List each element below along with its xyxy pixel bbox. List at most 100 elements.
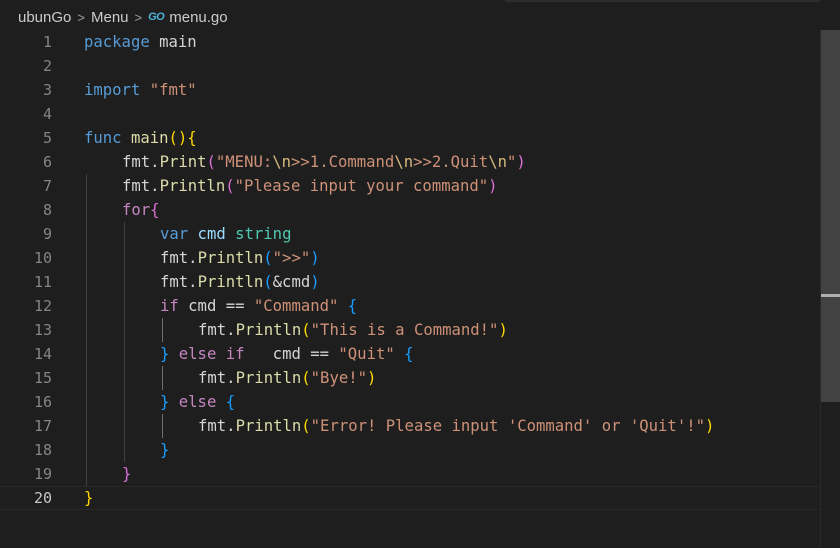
code-text: fmt.Println("Please input your command") bbox=[122, 177, 498, 195]
code-line[interactable]: 8 for{ bbox=[0, 198, 820, 222]
code-text: fmt.Println(">>") bbox=[160, 249, 320, 267]
code-editor[interactable]: 1 package main 2 3 import "fmt" 4 5 func… bbox=[0, 30, 820, 548]
line-number: 15 bbox=[33, 369, 52, 387]
code-line[interactable]: 10 fmt.Println(">>") bbox=[0, 246, 820, 270]
line-number: 3 bbox=[42, 81, 52, 99]
line-number: 13 bbox=[33, 321, 52, 339]
line-number: 4 bbox=[42, 105, 52, 123]
token: { bbox=[347, 297, 358, 315]
token: >>1.Command bbox=[291, 153, 395, 171]
token: "Please input your command" bbox=[234, 177, 489, 195]
code-line[interactable]: 18 } bbox=[0, 438, 820, 462]
code-line[interactable]: 5 func main(){ bbox=[0, 126, 820, 150]
token: \n bbox=[272, 153, 292, 171]
breadcrumb: ubunGo > Menu > GO menu.go bbox=[0, 0, 820, 34]
token: cmd == bbox=[244, 345, 339, 363]
line-number: 14 bbox=[33, 345, 52, 363]
breadcrumb-item-file[interactable]: menu.go bbox=[169, 9, 227, 26]
code-text: import "fmt" bbox=[84, 81, 197, 99]
token: ( bbox=[301, 321, 311, 339]
token: Println bbox=[235, 321, 302, 339]
code-line[interactable]: 19 } bbox=[0, 462, 820, 486]
code-line[interactable]: 7 fmt.Println("Please input your command… bbox=[0, 174, 820, 198]
breadcrumb-item-folder[interactable]: ubunGo bbox=[18, 9, 71, 26]
line-number: 6 bbox=[42, 153, 52, 171]
token: Println bbox=[235, 369, 302, 387]
token: fmt bbox=[198, 417, 227, 435]
token: \n bbox=[394, 153, 414, 171]
token: main bbox=[130, 129, 169, 147]
line-number: 2 bbox=[42, 57, 52, 75]
token: ( bbox=[263, 273, 273, 291]
code-line[interactable]: 16 } else { bbox=[0, 390, 820, 414]
breadcrumb-item-subfolder[interactable]: Menu bbox=[91, 9, 129, 26]
line-number: 9 bbox=[42, 225, 52, 243]
code-text: } else if cmd == "Quit" { bbox=[160, 345, 414, 363]
code-line[interactable]: 17 fmt.Println("Error! Please input 'Com… bbox=[0, 414, 820, 438]
line-number: 12 bbox=[33, 297, 52, 315]
code-line[interactable]: 4 bbox=[0, 102, 820, 126]
token: Println bbox=[159, 177, 226, 195]
token: ) bbox=[516, 153, 526, 171]
token: fmt bbox=[198, 369, 227, 387]
token: . bbox=[150, 153, 160, 171]
code-line[interactable]: 11 fmt.Println(&cmd) bbox=[0, 270, 820, 294]
token: Print bbox=[159, 153, 207, 171]
code-line[interactable]: 12 if cmd == "Command" { bbox=[0, 294, 820, 318]
token: main bbox=[149, 33, 197, 51]
code-line[interactable]: 9 var cmd string bbox=[0, 222, 820, 246]
token: ">>" bbox=[272, 249, 311, 267]
token: . bbox=[226, 321, 236, 339]
token: ) bbox=[310, 249, 320, 267]
code-text: } bbox=[160, 441, 169, 459]
code-line[interactable]: 3 import "fmt" bbox=[0, 78, 820, 102]
token: for bbox=[122, 201, 151, 219]
token: fmt bbox=[198, 321, 227, 339]
code-line[interactable]: 2 bbox=[0, 54, 820, 78]
code-text: fmt.Println("Error! Please input 'Comman… bbox=[198, 417, 714, 435]
token: Println bbox=[197, 249, 264, 267]
scrollbar-thumb[interactable] bbox=[821, 30, 840, 402]
token: ( bbox=[301, 369, 311, 387]
code-line[interactable]: 14 } else if cmd == "Quit" { bbox=[0, 342, 820, 366]
code-text: package main bbox=[84, 33, 197, 51]
token: fmt bbox=[122, 153, 151, 171]
code-line-active[interactable]: 20 } bbox=[0, 486, 820, 510]
token: "Quit" bbox=[338, 345, 395, 363]
line-number: 8 bbox=[42, 201, 52, 219]
go-file-icon: GO bbox=[148, 11, 165, 23]
line-number: 18 bbox=[33, 441, 52, 459]
token: if bbox=[160, 297, 179, 315]
token: { bbox=[150, 201, 160, 219]
token: ) bbox=[498, 321, 508, 339]
code-line[interactable]: 15 fmt.Println("Bye!") bbox=[0, 366, 820, 390]
code-text: fmt.Println("Bye!") bbox=[198, 369, 376, 387]
token: ) bbox=[310, 273, 320, 291]
line-number: 16 bbox=[33, 393, 52, 411]
code-line[interactable]: 1 package main bbox=[0, 30, 820, 54]
token: { bbox=[187, 129, 197, 147]
code-line[interactable]: 13 fmt.Println("This is a Command!") bbox=[0, 318, 820, 342]
token: "This is a Command!" bbox=[310, 321, 499, 339]
token: Println bbox=[197, 273, 264, 291]
line-number: 7 bbox=[42, 177, 52, 195]
token: func bbox=[84, 129, 122, 147]
token: if bbox=[225, 345, 245, 363]
token: var bbox=[160, 225, 189, 243]
token: "Bye!" bbox=[310, 369, 368, 387]
code-line[interactable]: 6 fmt.Print("MENU:\n>>1.Command\n>>2.Qui… bbox=[0, 150, 820, 174]
line-number: 20 bbox=[33, 489, 52, 507]
token: . bbox=[150, 177, 160, 195]
chevron-right-icon: > bbox=[77, 9, 85, 25]
token: cmd bbox=[188, 225, 236, 243]
code-text: fmt.Println("This is a Command!") bbox=[198, 321, 508, 339]
code-text: func main(){ bbox=[84, 129, 197, 147]
code-text: } bbox=[122, 465, 131, 483]
chevron-right-icon: > bbox=[134, 9, 143, 25]
line-number: 5 bbox=[42, 129, 52, 147]
